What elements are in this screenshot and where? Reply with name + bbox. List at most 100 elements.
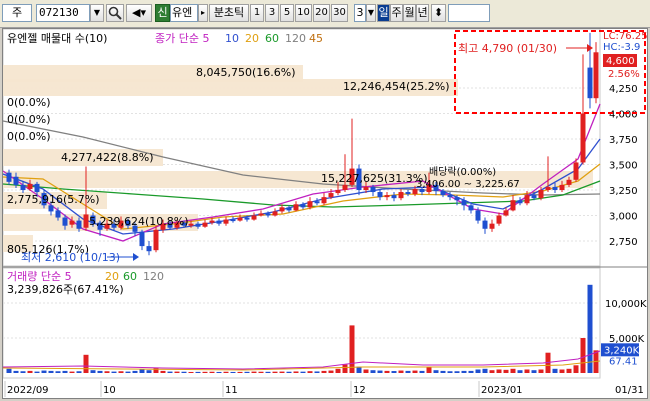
- sound-button[interactable]: ◀▾: [126, 4, 152, 22]
- volume-bar: [181, 371, 187, 373]
- candle-body: [6, 172, 12, 182]
- count-field[interactable]: 3: [354, 4, 366, 22]
- candle-body: [593, 52, 599, 99]
- candle-body: [188, 223, 194, 226]
- volume-bar: [83, 354, 89, 373]
- price-chart[interactable]: 4,250 4,000 3,750 3,500 3,250 3,000 2,750 8,045…: [3, 29, 647, 398]
- volume-bar: [482, 368, 488, 373]
- volume-profile-label: 4,277,422(8.8%): [61, 151, 154, 164]
- volume-bar: [314, 371, 320, 373]
- name-dropdown-button[interactable]: ▸: [198, 4, 208, 22]
- candle-body: [13, 176, 19, 185]
- period-5-label: 5: [283, 7, 291, 18]
- ex-dividend-label: 배당락(0.00%): [429, 166, 496, 178]
- candle-body: [279, 207, 285, 212]
- stock-code-input[interactable]: 072130: [36, 4, 90, 22]
- hc-label: HC:-3.9: [603, 42, 640, 53]
- volume-bar: [552, 368, 558, 373]
- volume-bar: [349, 325, 355, 373]
- candle-body: [531, 195, 537, 199]
- volume-bar: [272, 371, 278, 373]
- legend-close-ma: 종가 단순 5: [155, 32, 209, 45]
- candle-body: [62, 217, 68, 226]
- candle-body: [573, 162, 579, 180]
- code-dropdown-button[interactable]: ▼: [90, 4, 104, 22]
- volume-bar: [566, 368, 572, 373]
- candle-body: [230, 219, 236, 222]
- period-3-button[interactable]: 3: [265, 4, 279, 22]
- volume-bar: [538, 369, 544, 373]
- chart-legend-title: 유엔젤 매물대 수(10): [7, 32, 107, 45]
- candle-body: [377, 192, 383, 198]
- volume-bar: [342, 364, 348, 373]
- year-button[interactable]: 년: [416, 4, 429, 22]
- day-button[interactable]: 일: [377, 4, 390, 22]
- volume-bar: [489, 370, 495, 373]
- volume-bar: [524, 369, 530, 373]
- updown-button[interactable]: ⬍: [431, 4, 446, 22]
- period-5-button[interactable]: 5: [280, 4, 294, 22]
- volume-bar: [363, 369, 369, 373]
- volume-bar: [587, 284, 593, 373]
- candle-body: [587, 67, 593, 99]
- chart-panel[interactable]: 4,250 4,000 3,750 3,500 3,250 3,000 2,750 8,045…: [2, 28, 648, 399]
- volume-bar: [188, 371, 194, 373]
- volume-bar: [6, 368, 12, 373]
- volume-bar: [391, 371, 397, 373]
- volume-profile-label: 2,775,916(5.7%): [7, 193, 100, 206]
- candle-body: [195, 223, 201, 227]
- volume-bar: [503, 369, 509, 373]
- candle-body: [447, 195, 453, 198]
- candle-body: [363, 186, 369, 190]
- candle-body: [552, 186, 558, 190]
- count-dropdown-button[interactable]: ▼: [366, 4, 376, 22]
- extra-input[interactable]: [448, 4, 490, 22]
- candle-body: [503, 210, 509, 216]
- volume-bar: [160, 370, 166, 373]
- volume-bar: [90, 370, 96, 373]
- volume-bar: [104, 371, 110, 373]
- period-3-label: 3: [268, 7, 276, 18]
- volume-bar: [97, 370, 103, 373]
- candle-body: [272, 211, 278, 216]
- candle-body: [139, 231, 145, 247]
- volume-bar: [433, 370, 439, 373]
- month-button[interactable]: 월: [403, 4, 416, 22]
- date-axis-label: 12: [353, 385, 366, 396]
- volume-bar: [69, 371, 75, 373]
- period-10-label: 10: [297, 7, 310, 18]
- price-tick-label: 4,250: [609, 84, 638, 95]
- volume-bar: [307, 371, 313, 373]
- candle-body: [510, 200, 516, 211]
- period-10-button[interactable]: 10: [295, 4, 312, 22]
- volume-bar: [531, 370, 537, 373]
- minute-tick-button[interactable]: 분초틱: [209, 4, 249, 22]
- volume-bar: [146, 370, 152, 373]
- low-annotation: 최저 2,610 (10/13): [21, 251, 120, 264]
- volume-bar: [580, 338, 586, 373]
- candle-body: [286, 207, 292, 211]
- month-label: 월: [404, 6, 415, 19]
- market-select[interactable]: 주: [2, 4, 32, 22]
- volume-bar: [202, 371, 208, 373]
- volume-bar: [370, 370, 376, 373]
- week-button[interactable]: 주: [390, 4, 403, 22]
- price-tick-label: 4,000: [609, 110, 638, 121]
- market-label: 주: [11, 6, 23, 19]
- volume-bar: [139, 369, 145, 373]
- volume-bar: [384, 370, 390, 373]
- chevron-right-icon: ▸: [200, 8, 205, 17]
- volume-bar: [167, 371, 173, 373]
- period-1-label: 1: [253, 7, 261, 18]
- candle-body: [538, 190, 544, 199]
- candle-body: [559, 184, 565, 190]
- period-20-button[interactable]: 20: [313, 4, 330, 22]
- period-30-button[interactable]: 30: [331, 4, 348, 22]
- period-1-button[interactable]: 1: [250, 4, 264, 22]
- stock-name-field[interactable]: 유엔: [170, 4, 198, 22]
- candle-body: [244, 217, 250, 220]
- volume-ma-label: 120: [143, 270, 164, 283]
- candle-body: [20, 184, 26, 190]
- up-down-arrow-icon: ⬍: [433, 6, 444, 19]
- search-button[interactable]: [106, 4, 124, 22]
